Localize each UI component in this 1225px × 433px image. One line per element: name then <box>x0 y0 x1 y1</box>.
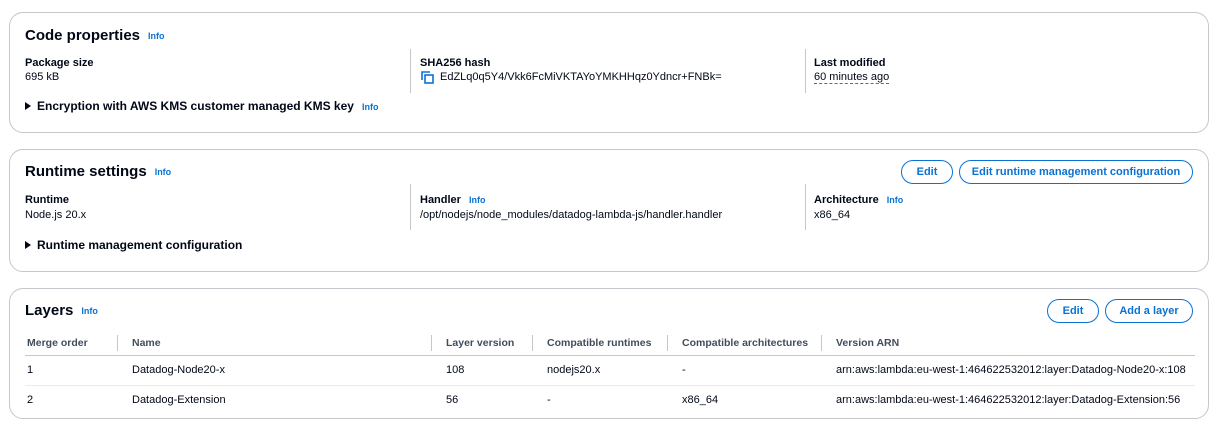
runtime-management-expander[interactable]: Runtime management configuration <box>25 238 242 252</box>
compatible-architectures-cell: - <box>667 355 821 386</box>
runtime-edit-button[interactable]: Edit <box>901 160 953 184</box>
package-size-label: Package size <box>25 57 94 69</box>
column-header-name[interactable]: Name <box>117 331 431 356</box>
table-row: 1 Datadog-Node20-x 108 nodejs20.x - arn:… <box>25 355 1195 386</box>
divider <box>805 49 806 93</box>
caret-right-icon <box>25 241 31 249</box>
handler-info-link[interactable]: Info <box>469 195 486 205</box>
code-properties-panel: Code properties Info Package size 695 kB … <box>9 12 1209 133</box>
code-properties-info-link[interactable]: Info <box>148 31 165 41</box>
version-arn-cell: arn:aws:lambda:eu-west-1:464622532012:la… <box>836 394 1181 407</box>
column-header-merge-order[interactable]: Merge order <box>25 331 117 356</box>
layers-table: Merge order Name Layer version Compatibl… <box>25 331 1195 415</box>
copy-icon[interactable] <box>421 71 434 84</box>
compatible-runtimes-cell: nodejs20.x <box>532 355 667 386</box>
last-modified-value[interactable]: 60 minutes ago <box>814 71 890 84</box>
layers-edit-button[interactable]: Edit <box>1047 299 1099 323</box>
table-header-row: Merge order Name Layer version Compatibl… <box>25 331 1195 356</box>
column-header-compatible-runtimes[interactable]: Compatible runtimes <box>532 331 667 356</box>
encryption-info-link[interactable]: Info <box>362 102 379 112</box>
layer-name-cell: Datadog-Extension <box>132 394 226 407</box>
architecture-label: Architecture Info <box>814 194 904 206</box>
architecture-info-link[interactable]: Info <box>887 195 904 205</box>
layers-info-link[interactable]: Info <box>81 306 98 316</box>
handler-value: /opt/nodejs/node_modules/datadog-lambda-… <box>420 209 723 221</box>
last-modified-label: Last modified <box>814 57 886 69</box>
encryption-expander[interactable]: Encryption with AWS KMS customer managed… <box>25 99 378 113</box>
divider <box>410 184 411 230</box>
layer-version-cell: 108 <box>431 355 532 386</box>
layers-title: Layers Info <box>25 302 98 319</box>
layers-panel: Layers Info Edit Add a layer Merge order … <box>9 288 1209 419</box>
column-header-layer-version[interactable]: Layer version <box>431 331 532 356</box>
compatible-runtimes-cell: - <box>547 394 551 407</box>
divider <box>410 49 411 93</box>
runtime-value: Node.js 20.x <box>25 209 87 221</box>
runtime-settings-panel: Runtime settings Info Edit Edit runtime m… <box>9 149 1209 272</box>
code-properties-title: Code properties Info <box>25 27 165 44</box>
architecture-value: x86_64 <box>814 209 851 221</box>
compatible-architectures-cell: x86_64 <box>682 394 719 407</box>
edit-runtime-management-button[interactable]: Edit runtime management configuration <box>959 160 1193 184</box>
table-row: 2 Datadog-Extension 56 - x86_64 arn:aws:… <box>25 385 1195 415</box>
version-arn-cell: arn:aws:lambda:eu-west-1:464622532012:la… <box>821 355 1195 386</box>
add-layer-button[interactable]: Add a layer <box>1105 299 1193 323</box>
runtime-label: Runtime <box>25 194 69 206</box>
column-header-version-arn[interactable]: Version ARN <box>821 331 1195 356</box>
sha-value: EdZLq0q5Y4/Vkk6FcMiVKTAYoYMKHHqz0Ydncr+F… <box>440 71 722 83</box>
package-size-value: 695 kB <box>25 71 60 83</box>
handler-label: Handler Info <box>420 194 486 206</box>
caret-right-icon <box>25 102 31 110</box>
merge-order-cell: 1 <box>25 355 117 386</box>
divider <box>805 184 806 230</box>
runtime-settings-title: Runtime settings Info <box>25 163 172 180</box>
merge-order-cell: 2 <box>27 394 34 407</box>
sha-label: SHA256 hash <box>420 57 491 69</box>
layer-name-cell: Datadog-Node20-x <box>117 355 431 386</box>
layer-version-cell: 56 <box>446 394 459 407</box>
runtime-settings-info-link[interactable]: Info <box>155 167 172 177</box>
column-header-compatible-architectures[interactable]: Compatible architectures <box>667 331 821 356</box>
